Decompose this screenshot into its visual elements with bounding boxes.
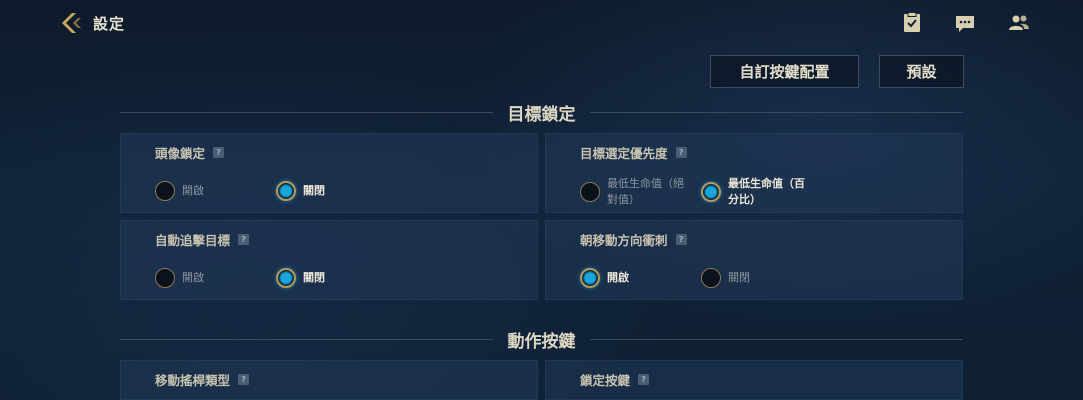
- option-portrait-lock-on[interactable]: 開啟: [155, 181, 204, 201]
- panel-title: 鎖定按鍵 ?: [580, 370, 650, 389]
- top-bar: 設定: [0, 0, 1083, 46]
- section-header-target-lock: 目標鎖定: [120, 100, 963, 125]
- help-icon[interactable]: ?: [213, 147, 225, 158]
- radio-button-selected[interactable]: [580, 268, 600, 288]
- page-title: 設定: [93, 15, 126, 33]
- option-label: 最低生命值（絕 對值）: [607, 176, 684, 208]
- friends-icon[interactable]: [1007, 11, 1031, 35]
- help-icon[interactable]: ?: [238, 234, 250, 245]
- divider: [590, 339, 963, 340]
- option-lowest-hp-absolute[interactable]: 最低生命值（絕 對值）: [580, 176, 684, 208]
- panel-title: 自動追擊目標 ?: [155, 230, 250, 249]
- radio-button[interactable]: [155, 181, 175, 201]
- help-icon[interactable]: ?: [675, 147, 687, 158]
- help-icon[interactable]: ?: [638, 374, 650, 385]
- radio-button[interactable]: [580, 182, 600, 202]
- panel-title: 目標選定優先度 ?: [580, 143, 687, 162]
- option-label: 關閉: [303, 184, 325, 197]
- panel-target-priority: 目標選定優先度 ? 最低生命值（絕 對值） 最低生命值（百 分比）: [545, 133, 963, 213]
- panel-lock-button: 鎖定按鍵 ?: [545, 360, 963, 400]
- option-label: 最低生命值（百 分比）: [728, 176, 805, 208]
- default-button[interactable]: 預設: [879, 55, 964, 88]
- panel-joystick-type: 移動搖桿類型 ?: [120, 360, 538, 400]
- panel-title: 移動搖桿類型 ?: [155, 370, 250, 389]
- option-label: 關閉: [303, 271, 325, 284]
- back-arrow-icon[interactable]: [58, 10, 84, 36]
- option-auto-chase-off[interactable]: 關閉: [276, 268, 325, 288]
- panel-portrait-lock: 頭像鎖定 ? 開啟 關閉: [120, 133, 538, 213]
- option-label-line: 最低生命值（絕: [607, 177, 684, 190]
- radio-button[interactable]: [155, 268, 175, 288]
- help-icon[interactable]: ?: [238, 374, 250, 385]
- radio-button[interactable]: [701, 268, 721, 288]
- mission-checklist-icon[interactable]: [900, 11, 924, 35]
- radio-button-selected[interactable]: [276, 268, 296, 288]
- panel-title-label: 目標選定優先度: [580, 146, 668, 161]
- option-dash-off[interactable]: 關閉: [701, 268, 750, 288]
- panel-title-label: 鎖定按鍵: [580, 373, 631, 388]
- radio-button-selected[interactable]: [701, 182, 721, 202]
- option-portrait-lock-off[interactable]: 關閉: [276, 181, 325, 201]
- option-label: 開啟: [182, 184, 204, 197]
- panel-title: 頭像鎖定 ?: [155, 143, 225, 162]
- option-label-line: 對值）: [607, 193, 640, 206]
- help-icon[interactable]: ?: [675, 234, 687, 245]
- panel-dash-move-direction: 朝移動方向衝刺 ? 開啟 關閉: [545, 220, 963, 300]
- chat-icon[interactable]: [953, 11, 977, 35]
- divider: [590, 112, 963, 113]
- panel-title-label: 朝移動方向衝刺: [580, 233, 668, 248]
- option-label: 開啟: [182, 271, 204, 284]
- panel-title-label: 頭像鎖定: [155, 146, 206, 161]
- option-label-line: 分比）: [728, 193, 761, 206]
- section-header-action-keys: 動作按鍵: [120, 327, 963, 352]
- option-auto-chase-on[interactable]: 開啟: [155, 268, 204, 288]
- option-label: 開啟: [607, 271, 629, 284]
- option-lowest-hp-percent[interactable]: 最低生命值（百 分比）: [701, 176, 805, 208]
- custom-key-layout-button[interactable]: 自訂按鍵配置: [710, 55, 859, 88]
- panel-auto-chase: 自動追擊目標 ? 開啟 關閉: [120, 220, 538, 300]
- option-dash-on[interactable]: 開啟: [580, 268, 629, 288]
- radio-button-selected[interactable]: [276, 181, 296, 201]
- option-label: 關閉: [728, 271, 750, 284]
- panel-title-label: 移動搖桿類型: [155, 373, 231, 388]
- option-label-line: 最低生命值（百: [728, 177, 805, 190]
- panel-title: 朝移動方向衝刺 ?: [580, 230, 687, 249]
- panel-title-label: 自動追擊目標: [155, 233, 231, 248]
